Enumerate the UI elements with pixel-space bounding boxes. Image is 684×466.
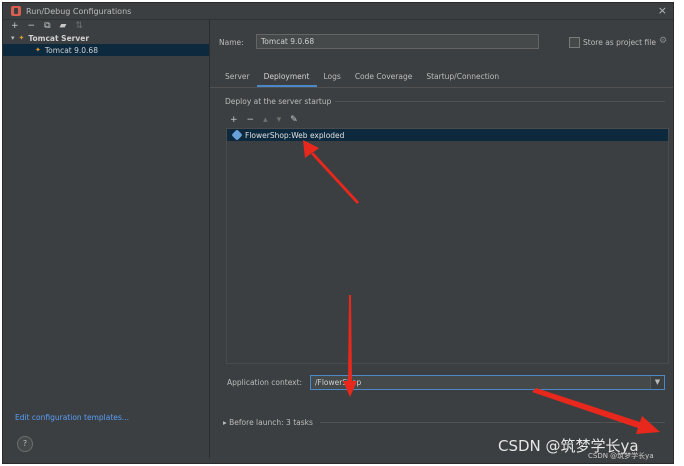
app-icon [11, 6, 21, 16]
name-label: Name: [219, 38, 244, 47]
tree-item-tomcat-server[interactable]: ▾ ✦ Tomcat Server [3, 32, 209, 44]
move-down-icon[interactable]: ▾ [277, 115, 282, 125]
chevron-down-icon[interactable]: ▼ [650, 376, 664, 389]
add-icon[interactable]: + [11, 21, 19, 31]
help-button[interactable]: ? [17, 436, 33, 452]
tab-bar: Server Deployment Logs Code Coverage Sta… [218, 69, 673, 87]
remove-icon[interactable]: − [247, 115, 255, 125]
app-context-value: /FlowerShop [315, 378, 362, 387]
copy-icon[interactable]: ⧉ [44, 21, 50, 31]
gear-icon[interactable]: ⚙ [659, 36, 667, 46]
tree-toolbar: + − ⧉ ▰ ⇅ [3, 20, 209, 32]
before-launch-toggle[interactable]: ▸ Before launch: 3 tasks [223, 418, 313, 427]
tree-item-tomcat-config[interactable]: ✦ Tomcat 9.0.68 [3, 44, 209, 56]
tomcat-icon: ✦ [18, 34, 25, 42]
tomcat-icon: ✦ [35, 46, 41, 54]
tree-item-label: Tomcat Server [28, 33, 90, 43]
deploy-section-title: Deploy at the server startup [225, 97, 332, 106]
config-detail-panel: Name: Tomcat 9.0.68 Store as project fil… [210, 20, 673, 463]
remove-icon[interactable]: − [28, 21, 36, 31]
store-as-project-label: Store as project file [583, 38, 656, 47]
deploy-list[interactable]: FlowerShop:Web exploded [226, 128, 669, 364]
folder-icon[interactable]: ▰ [60, 21, 67, 31]
tab-startup-connection[interactable]: Startup/Connection [419, 69, 506, 87]
edit-templates-link[interactable]: Edit configuration templates... [15, 413, 129, 422]
name-input[interactable]: Tomcat 9.0.68 [256, 34, 539, 49]
tab-server[interactable]: Server [218, 69, 257, 87]
sort-icon[interactable]: ⇅ [75, 21, 83, 31]
store-as-project-checkbox[interactable] [569, 37, 580, 48]
run-debug-dialog: Run/Debug Configurations × + − ⧉ ▰ ⇅ ▾ ✦… [2, 2, 674, 464]
window-title: Run/Debug Configurations [26, 6, 132, 16]
chevron-down-icon[interactable]: ▾ [11, 34, 15, 42]
move-up-icon[interactable]: ▴ [263, 115, 268, 125]
tab-logs[interactable]: Logs [317, 69, 348, 87]
before-launch-divider [320, 422, 665, 423]
add-icon[interactable]: + [230, 115, 238, 125]
deploy-toolbar: + − ▴ ▾ ✎ [230, 115, 298, 125]
app-context-label: Application context: [227, 378, 303, 387]
close-icon[interactable]: × [658, 4, 667, 17]
chevron-right-icon: ▸ [223, 418, 227, 427]
status-strip [3, 458, 673, 463]
tabs-divider [210, 87, 673, 88]
config-tree-panel: + − ⧉ ▰ ⇅ ▾ ✦ Tomcat Server ✦ Tomcat 9.0… [3, 20, 210, 463]
app-context-combobox[interactable]: /FlowerShop ▼ [310, 375, 665, 390]
watermark-small: CSDN @筑梦学长ya [588, 452, 654, 460]
tab-code-coverage[interactable]: Code Coverage [348, 69, 420, 87]
before-launch-label: Before launch: 3 tasks [229, 418, 313, 427]
list-item[interactable]: FlowerShop:Web exploded [227, 129, 668, 141]
section-divider [335, 101, 665, 102]
deploy-item-label: FlowerShop:Web exploded [245, 130, 345, 140]
title-bar: Run/Debug Configurations × [3, 3, 673, 20]
tree-item-label: Tomcat 9.0.68 [44, 45, 98, 55]
edit-icon[interactable]: ✎ [290, 115, 298, 125]
artifact-icon [231, 129, 243, 141]
tab-deployment[interactable]: Deployment [256, 69, 317, 87]
